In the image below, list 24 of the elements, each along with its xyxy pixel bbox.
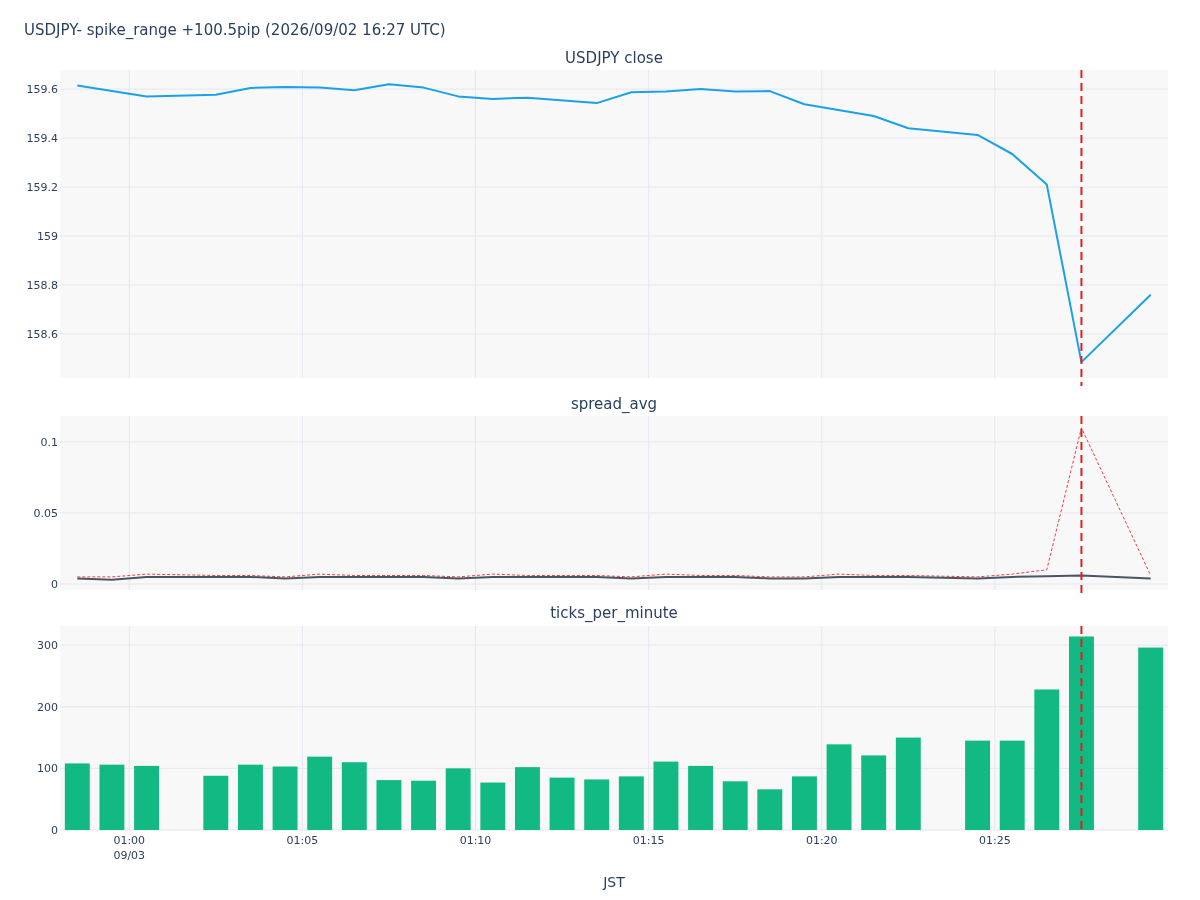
axis-tick-label: 159.4 [26,132,58,146]
axis-tick-label: 0 [51,824,58,837]
chart-title: ticks_per_minute [550,604,678,622]
axis-tick-label: 159.6 [26,83,58,97]
figure-title: USDJPY- spike_range +100.5pip (2026/09/02 16:27 UTC) [24,21,446,39]
chart-title: spread_avg [570,395,658,413]
axis-tick-label: 158.8 [26,278,58,292]
axis-tick-label: 01:15 [632,834,665,847]
axis-tick-label: 01:25 [979,834,1011,847]
axis-tick-label: 158.6 [26,327,58,341]
axis-tick-label: 0.1 [40,436,58,449]
axis-tick-label: 159.2 [26,181,58,195]
axis-tick-label: 300 [37,639,58,653]
axis-tick-label: 100 [37,762,58,776]
axis-tick-label: 01:20 [805,834,838,847]
axis-tick-label: 0 [51,578,58,592]
axis-tick-label: 01:05 [286,834,319,847]
chart-title: USDJPY close [565,49,663,67]
axis-tick-label: 159 [37,230,58,243]
axis-tick-label: 01:10 [459,834,492,847]
axis-tick-label: 01:00 09/03 [113,834,146,862]
axis-tick-label: 0.05 [33,507,58,520]
axis-title: JST [603,874,625,890]
axis-tick-label: 200 [37,700,58,714]
